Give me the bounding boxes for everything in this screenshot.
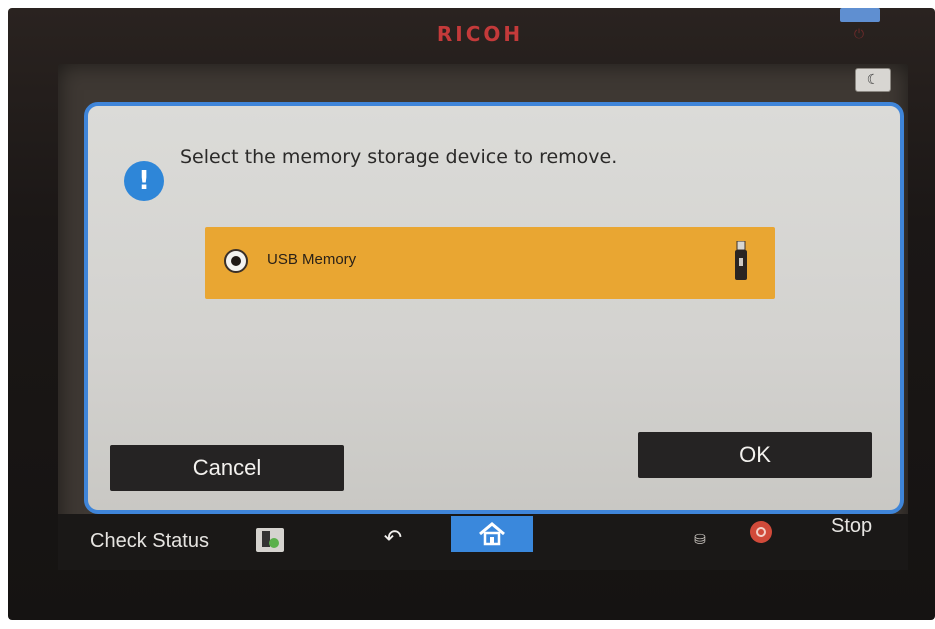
check-status-button[interactable]: Check Status — [90, 530, 209, 553]
radio-button[interactable] — [224, 249, 248, 273]
stop-button[interactable]: Stop — [831, 515, 872, 538]
check-status-icon[interactable] — [256, 528, 284, 552]
stop-icon[interactable] — [750, 521, 772, 543]
remove-device-dialog: ! Select the memory storage device to re… — [84, 102, 904, 514]
ok-button[interactable]: OK — [638, 432, 872, 478]
energy-saver-button[interactable]: ☾ — [855, 68, 891, 92]
power-icon: ⏻ — [853, 27, 865, 42]
home-button[interactable] — [451, 516, 533, 552]
device-option-usb-memory[interactable]: USB Memory — [205, 227, 775, 299]
device-option-label: USB Memory — [267, 251, 357, 268]
alert-icon: ! — [124, 161, 164, 201]
brand-logo: RICOH — [436, 22, 524, 46]
status-led — [840, 8, 880, 22]
usb-drive-icon — [735, 241, 747, 280]
radio-selected-dot — [231, 256, 241, 266]
data-indicator-icon: ⛁ — [694, 532, 706, 548]
moon-icon: ☾ — [866, 72, 880, 88]
home-icon — [479, 522, 505, 546]
dialog-message: Select the memory storage device to remo… — [180, 146, 618, 168]
cancel-button[interactable]: Cancel — [110, 445, 344, 491]
status-ok-dot — [269, 538, 279, 548]
back-icon[interactable]: ↶ — [378, 525, 408, 553]
